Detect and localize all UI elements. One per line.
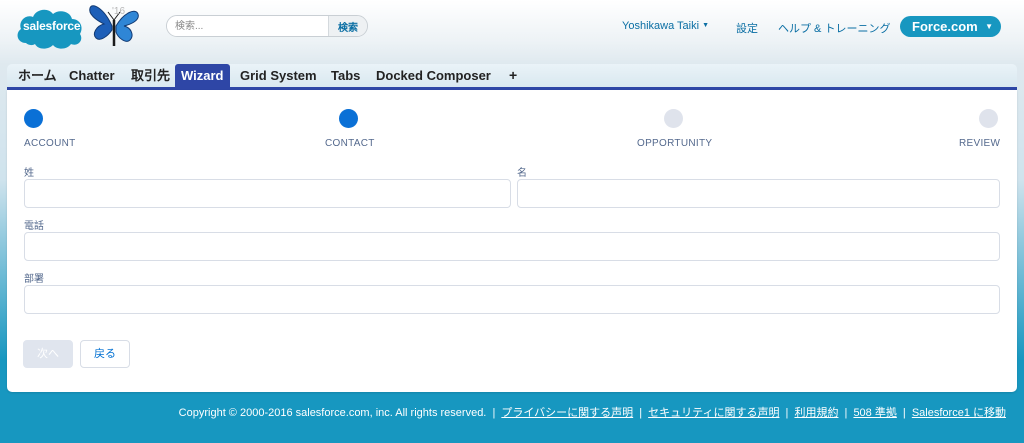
security-link[interactable]: セキュリティに関する声明 bbox=[648, 407, 779, 419]
tab-wizard[interactable]: Wizard bbox=[175, 64, 230, 87]
search-box: 検索 bbox=[166, 15, 368, 37]
phone-label: 電話 bbox=[24, 221, 44, 232]
search-button[interactable]: 検索 bbox=[329, 16, 367, 36]
terms-link[interactable]: 利用規約 bbox=[794, 407, 838, 419]
global-header: salesforce '16 検索 Yoshikawa Taiki▼ 設定 ヘル… bbox=[0, 0, 1024, 62]
user-menu[interactable]: Yoshikawa Taiki ▼ bbox=[622, 20, 709, 32]
next-button[interactable]: 次へ bbox=[23, 340, 73, 368]
section-508-link[interactable]: 508 準拠 bbox=[853, 407, 896, 419]
back-button[interactable]: 戻る bbox=[80, 340, 130, 368]
tab-docked-composer[interactable]: Docked Composer bbox=[370, 64, 497, 87]
wizard-card: ACCOUNT CONTACT OPPORTUNITY REVIEW 姓 名 電… bbox=[7, 90, 1017, 392]
step-label-opportunity: OPPORTUNITY bbox=[637, 138, 713, 149]
department-input[interactable] bbox=[24, 285, 1000, 314]
salesforce-logo[interactable]: salesforce bbox=[14, 5, 84, 51]
privacy-link[interactable]: プライバシーに関する声明 bbox=[501, 407, 633, 419]
app-menu-label: Force.com bbox=[912, 19, 978, 34]
tab-bar: ホーム Chatter 取引先 Wizard Grid System Tabs … bbox=[7, 64, 1017, 90]
help-training-link[interactable]: ヘルプ & トレーニング bbox=[778, 20, 890, 36]
salesforce1-link[interactable]: Salesforce1 に移動 bbox=[912, 407, 1006, 419]
step-label-contact: CONTACT bbox=[325, 138, 375, 149]
logo-text: salesforce bbox=[23, 19, 81, 33]
tab-home[interactable]: ホーム bbox=[12, 64, 63, 87]
step-label-review: REVIEW bbox=[959, 138, 1001, 149]
step-indicator-review[interactable] bbox=[979, 109, 998, 128]
step-indicator-opportunity[interactable] bbox=[664, 109, 683, 128]
last-name-input[interactable] bbox=[24, 179, 511, 208]
tab-grid-system[interactable]: Grid System bbox=[234, 64, 323, 87]
step-indicator-account[interactable] bbox=[24, 109, 43, 128]
department-label: 部署 bbox=[24, 274, 44, 285]
settings-link[interactable]: 設定 bbox=[736, 20, 758, 36]
first-name-label: 名 bbox=[517, 168, 527, 179]
step-label-account: ACCOUNT bbox=[24, 138, 76, 149]
caret-down-icon: ▼ bbox=[985, 22, 993, 31]
user-name: Yoshikawa Taiki bbox=[622, 20, 700, 32]
phone-input[interactable] bbox=[24, 232, 1000, 261]
add-tab-button[interactable]: + bbox=[503, 64, 523, 87]
search-input[interactable] bbox=[167, 16, 329, 36]
last-name-label: 姓 bbox=[24, 168, 34, 179]
year-mark: '16 bbox=[112, 6, 126, 17]
copyright-text: Copyright © 2000-2016 salesforce.com, in… bbox=[178, 407, 487, 419]
tab-tabs[interactable]: Tabs bbox=[325, 64, 366, 87]
tab-chatter[interactable]: Chatter bbox=[63, 64, 121, 87]
first-name-input[interactable] bbox=[517, 179, 1000, 208]
caret-down-icon: ▼ bbox=[702, 22, 709, 29]
tab-accounts[interactable]: 取引先 bbox=[125, 64, 176, 87]
app-menu-button[interactable]: Force.com ▼ bbox=[900, 16, 1001, 37]
footer: Copyright © 2000-2016 salesforce.com, in… bbox=[178, 407, 1006, 419]
step-indicator-contact[interactable] bbox=[339, 109, 358, 128]
